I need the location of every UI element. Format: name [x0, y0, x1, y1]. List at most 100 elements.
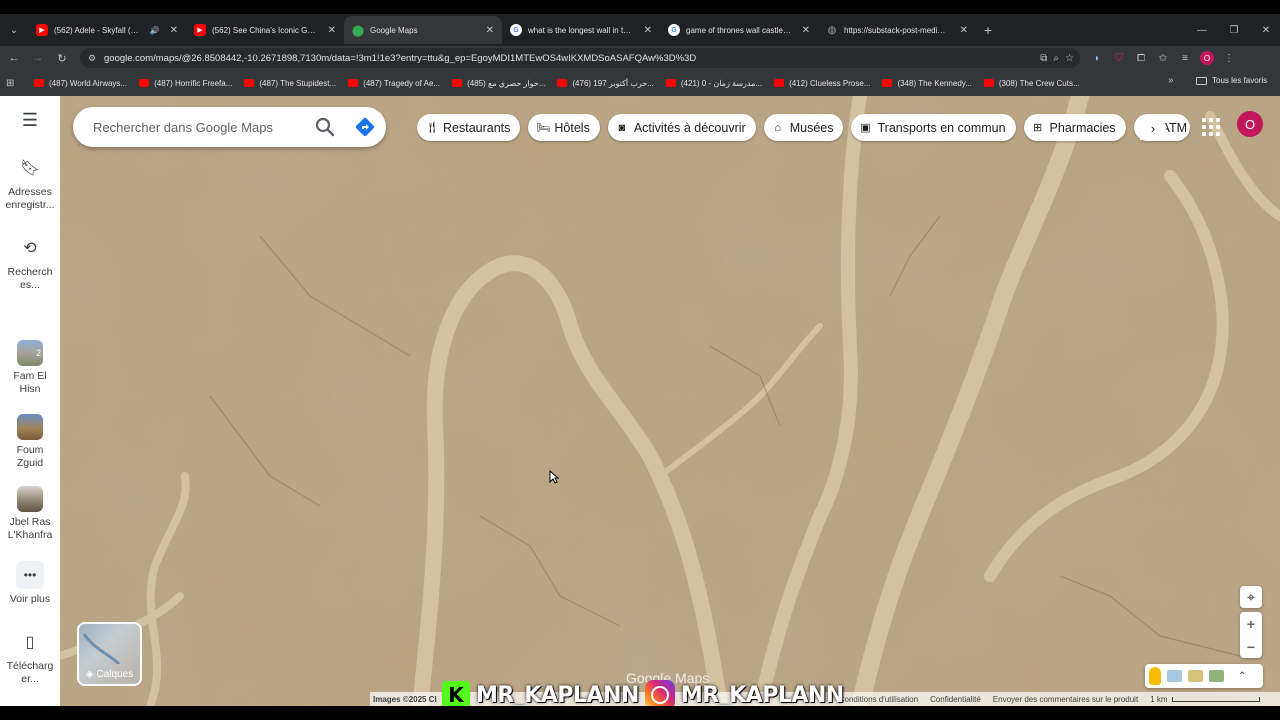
chevron-right-icon[interactable]: » — [1168, 75, 1174, 86]
chevron-up-icon[interactable]: ⌃ — [1238, 671, 1246, 682]
chip-transit[interactable]: ▣ Transports en commun — [851, 114, 1016, 141]
rail-recent[interactable]: ⟲ Recherch es... — [0, 241, 60, 292]
reload-icon[interactable]: ↻ — [50, 46, 74, 70]
speaker-icon[interactable]: 🔊 — [150, 26, 160, 35]
window-close-icon[interactable]: ✕ — [1250, 14, 1280, 46]
privacy-link[interactable]: Confidentialité — [930, 695, 981, 704]
bed-icon: 🛏︎ — [536, 122, 551, 134]
chip-label: Restaurants — [443, 120, 511, 135]
account-avatar[interactable]: O — [1237, 111, 1263, 137]
close-icon[interactable]: ✕ — [644, 25, 652, 36]
top-letterbox — [0, 0, 1280, 14]
map-type-tile[interactable] — [1209, 670, 1224, 682]
url-text[interactable]: google.com/maps/@26.8508442,-10.2671898,… — [104, 53, 696, 64]
shield-icon[interactable]: ⛉ — [1110, 49, 1128, 67]
menu-icon[interactable]: ⋮ — [1220, 49, 1238, 67]
tab-got-wall[interactable]: G game of thrones wall castles m ✕ — [660, 16, 818, 44]
back-icon[interactable]: ← — [2, 46, 26, 70]
instagram-handle: MR_KAPLANN — [680, 682, 844, 708]
map-type-tile[interactable] — [1167, 670, 1182, 682]
folder-icon — [1196, 76, 1207, 85]
puzzle-icon[interactable]: ⧠ — [1132, 49, 1150, 67]
youtube-icon — [34, 79, 44, 87]
google-icon: G — [668, 24, 680, 36]
all-bookmarks[interactable]: Tous les favoris — [1196, 76, 1267, 85]
chevron-right-icon[interactable]: › — [1140, 116, 1166, 140]
tab-adele[interactable]: ▶ (562) Adele - Skyfall (Official 🔊 ✕ — [28, 16, 186, 44]
close-icon[interactable]: ✕ — [328, 25, 336, 36]
close-icon[interactable]: ✕ — [960, 25, 968, 36]
satellite-map[interactable] — [60, 96, 1280, 706]
bookmark-item[interactable]: (487) Horrific Freefa... — [133, 79, 238, 88]
apps-icon[interactable]: ⊞ — [6, 78, 28, 89]
address-bar[interactable]: ⚙ google.com/maps/@26.8508442,-10.267189… — [80, 48, 1080, 68]
search-icon[interactable] — [313, 115, 337, 139]
chip-hotels[interactable]: 🛏︎ Hôtels — [528, 114, 600, 141]
tab-title: game of thrones wall castles m — [686, 25, 792, 35]
directions-icon[interactable] — [353, 115, 377, 139]
tab-substack[interactable]: ◍ https://substack-post-media.s3 ✕ — [818, 16, 976, 44]
tab-search-chevron-icon[interactable]: ⌄ — [0, 16, 28, 44]
minimize-icon[interactable]: — — [1186, 14, 1218, 46]
bookmark-star-icon[interactable]: ☆ — [1065, 53, 1074, 64]
tab-title: (562) Adele - Skyfall (Official — [54, 25, 144, 35]
profile-button[interactable]: O — [1198, 49, 1216, 67]
layers-icon: ◈ — [85, 669, 94, 680]
bookmark-item[interactable]: (487) The Stupidest... — [238, 79, 342, 88]
chip-museums[interactable]: ⌂ Musées — [763, 114, 844, 141]
pharmacy-icon: ⊞ — [1032, 122, 1043, 134]
place-label: Fam El Hisn — [13, 370, 47, 395]
rail-more[interactable]: ••• Voir plus — [0, 561, 60, 606]
zoom-in-icon[interactable]: + — [1240, 612, 1262, 635]
terms-link[interactable]: Conditions d'utilisation — [839, 695, 918, 704]
rail-saved[interactable]: 🔖︎ Adresses enregistr... — [0, 161, 60, 212]
hamburger-menu-icon[interactable]: ☰ — [0, 110, 60, 130]
map-type-tile[interactable] — [1188, 670, 1203, 682]
maps-page: ☰ 🔖︎ Adresses enregistr... ⟲ Recherch es… — [0, 96, 1280, 706]
restore-icon[interactable]: ❐ — [1218, 14, 1250, 46]
new-tab-icon[interactable]: + — [976, 22, 1000, 38]
google-apps-icon[interactable] — [1198, 114, 1222, 138]
close-icon[interactable]: ✕ — [486, 25, 494, 36]
search-input[interactable]: Rechercher dans Google Maps — [93, 120, 273, 135]
my-location-icon[interactable]: ⌖ — [1240, 586, 1262, 608]
rail-place-fam-el-hisn[interactable]: 2 Fam El Hisn — [0, 340, 60, 396]
zoom-icon[interactable]: ⌕ — [1053, 53, 1059, 64]
place-thumbnail — [17, 486, 43, 512]
layers-button[interactable]: ◈ Calques — [77, 622, 142, 686]
search-box[interactable]: Rechercher dans Google Maps — [73, 107, 386, 147]
bookmark-item[interactable]: (412) Clueless Prose... — [768, 79, 876, 88]
bookmark-item[interactable]: (476) حرب أكتوبر 197... — [551, 79, 660, 88]
close-icon[interactable]: ✕ — [170, 25, 178, 36]
tab-longest-wall[interactable]: G what is the longest wall in the w ✕ — [502, 16, 660, 44]
rail-download[interactable]: ▯ Télécharg er... — [0, 635, 60, 686]
install-app-icon[interactable]: ⧉ — [1040, 53, 1047, 64]
favorites-icon[interactable]: ✩ — [1154, 49, 1172, 67]
zoom-out-icon[interactable]: − — [1240, 635, 1262, 658]
youtube-icon — [452, 79, 463, 87]
bookmark-item[interactable]: (487) Tragedy of Ae... — [342, 79, 446, 88]
media-icon[interactable]: ≡ — [1176, 49, 1194, 67]
bookmark-item[interactable]: (487) World Airways... — [28, 79, 133, 88]
bookmark-item[interactable]: (485) حوار حصري مع... — [446, 79, 551, 88]
chip-activities[interactable]: ◙ Activités à découvrir — [607, 114, 756, 141]
pegman-icon[interactable] — [1149, 667, 1161, 685]
extension-icon[interactable]: ◗ — [1088, 49, 1106, 67]
tab-china[interactable]: ▶ (562) See China's Iconic Great W ✕ — [186, 16, 344, 44]
tab-google-maps[interactable]: ⬤ Google Maps ✕ — [344, 16, 502, 44]
bookmark-item[interactable]: (348) The Kennedy... — [876, 79, 977, 88]
scale-label[interactable]: 1 km — [1150, 695, 1167, 704]
chip-label: Pharmacies — [1049, 120, 1116, 135]
rail-place-jbel-ras[interactable]: Jbel Ras L'Khanfra — [0, 486, 60, 542]
bookmark-item[interactable]: (308) The Crew Cuts... — [978, 79, 1086, 88]
forward-icon[interactable]: → — [26, 46, 50, 70]
feedback-link[interactable]: Envoyer des commentaires sur le produit — [993, 695, 1138, 704]
youtube-icon — [557, 79, 568, 87]
youtube-icon — [348, 79, 359, 87]
bookmark-item[interactable]: (421) مدرسة زمان - 0... — [660, 79, 768, 88]
chip-pharmacies[interactable]: ⊞ Pharmacies — [1023, 114, 1126, 141]
chip-restaurants[interactable]: 🍴︎ Restaurants — [417, 114, 521, 141]
close-icon[interactable]: ✕ — [802, 25, 810, 36]
rail-place-foum-zguid[interactable]: Foum Zguid — [0, 414, 60, 470]
site-info-icon[interactable]: ⚙ — [88, 53, 104, 64]
